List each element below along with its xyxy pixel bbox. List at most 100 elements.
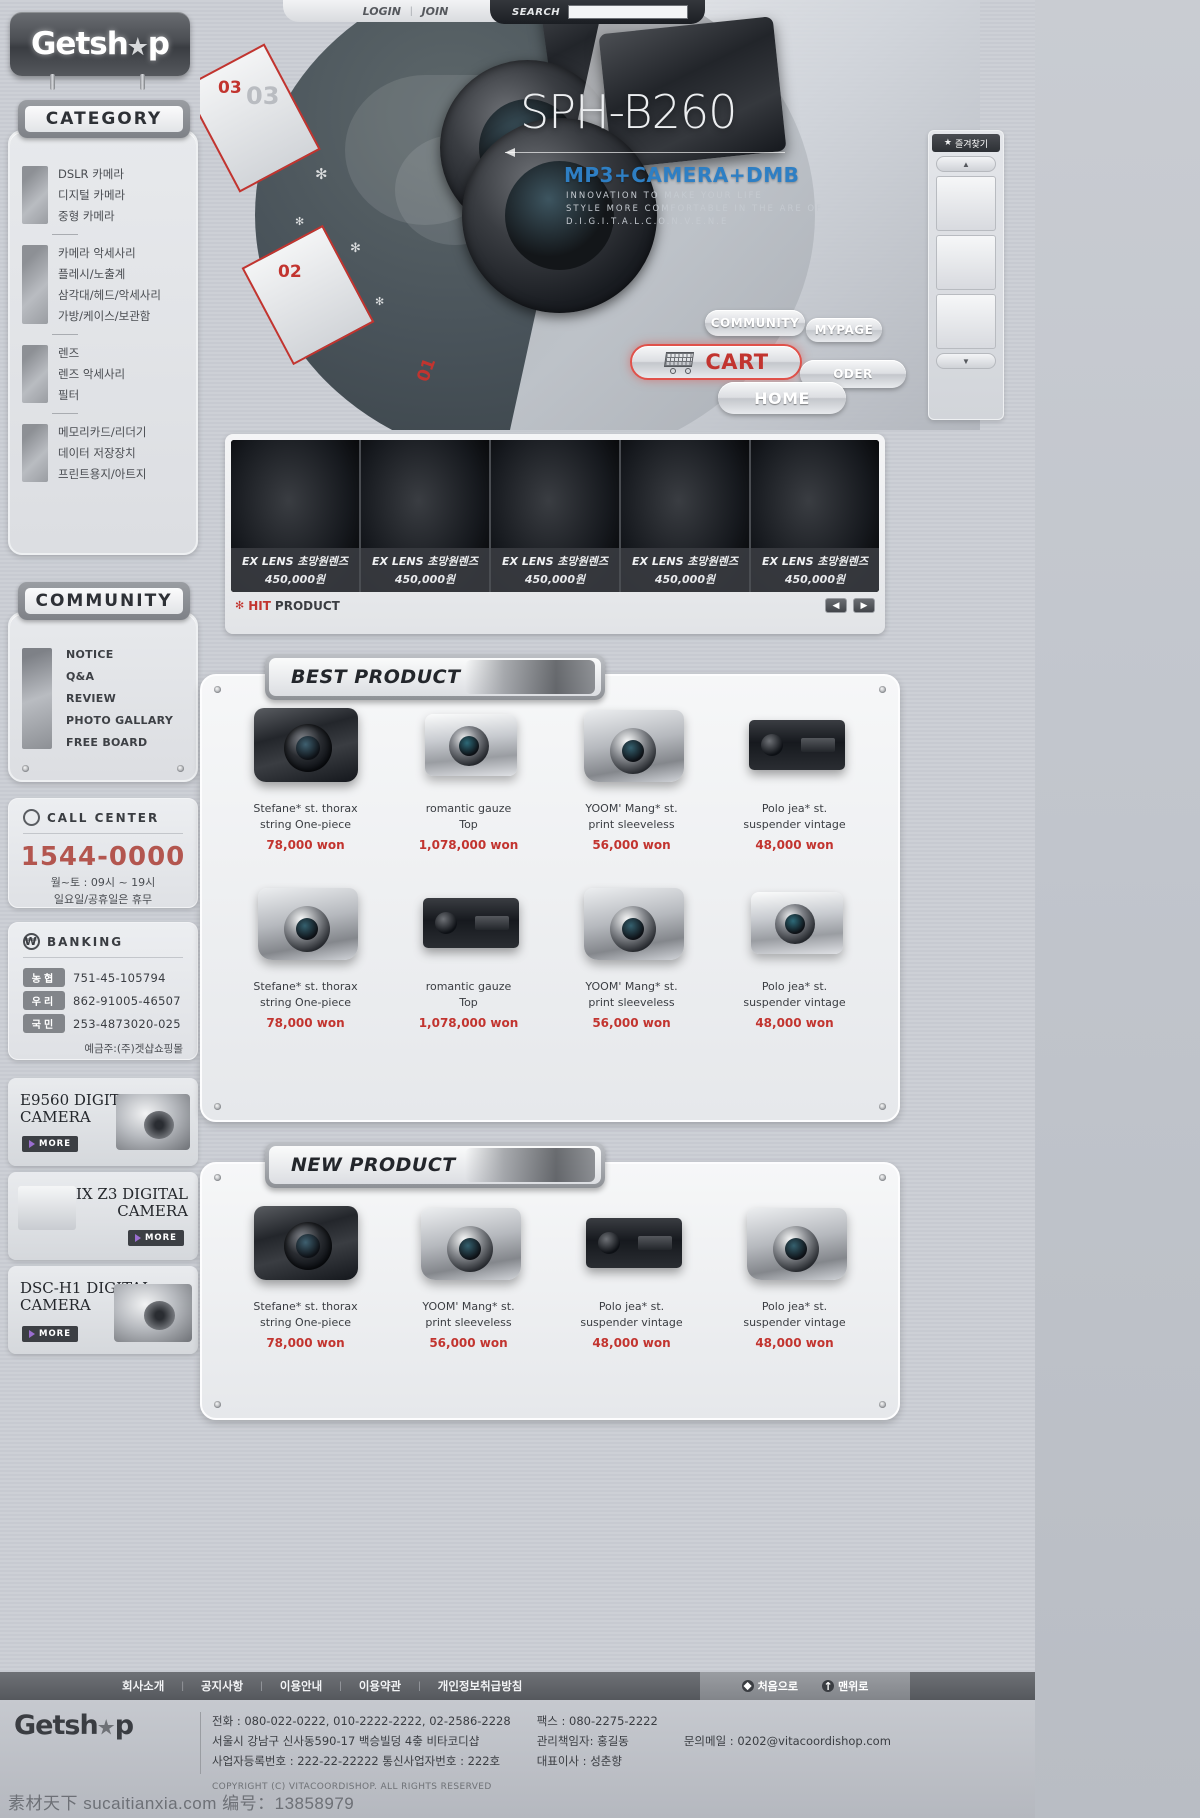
camera-image [116, 1094, 190, 1150]
hours-line-2: 일요일/공휴일은 휴무 [53, 892, 153, 906]
bank-account-number: 862-91005-46507 [73, 993, 181, 1008]
more-button[interactable]: MORE [22, 1136, 79, 1152]
cart-button[interactable]: CART [630, 344, 802, 380]
home-button[interactable]: HOME [718, 382, 846, 414]
divider [52, 334, 78, 335]
product-card[interactable]: Polo jea* st. suspender vintage 48,000 w… [713, 702, 876, 852]
product-name-line-1: Stefane* st. thorax [253, 802, 358, 815]
headset-icon [23, 809, 40, 826]
favorites-rail: ★ 즐겨찾기 ▲ ▼ [928, 130, 1004, 420]
product-name-line-2: Top [459, 995, 478, 1009]
call-center-phone: 1544-0000 [20, 842, 186, 872]
product-image [409, 1200, 529, 1286]
hit-product-cell[interactable]: EX LENS 초망원렌즈 450,000원 [231, 440, 361, 592]
lens-decor-icon [465, 1148, 595, 1182]
go-home-link[interactable]: ⬥ 처음으로 [741, 1678, 798, 1694]
community-group: NOTICE Q&A REVIEW PHOTO GALLARY FREE BOA… [10, 642, 196, 755]
footer-link-guide[interactable]: 이용안내 [263, 1678, 339, 1694]
community-button-label: COMMUNITY [710, 316, 800, 330]
category-header-label: CATEGORY [25, 106, 183, 132]
hit-prev-button[interactable]: ◀ [825, 598, 847, 613]
product-card[interactable]: Polo jea* st. suspender vintage 48,000 w… [713, 1200, 876, 1350]
order-button-label: ODER [833, 367, 873, 381]
sidebar-item-notice[interactable]: NOTICE [66, 648, 173, 661]
favorites-slot[interactable] [936, 235, 996, 290]
banner-title-line-2: CAMERA [20, 1108, 91, 1127]
hit-product-cell[interactable]: EX LENS 초망원렌즈 450,000원 [751, 440, 879, 592]
go-top-link[interactable]: ↑ 맨위로 [822, 1678, 868, 1694]
product-card[interactable]: Polo jea* st. suspender vintage 48,000 w… [550, 1200, 713, 1350]
favorites-slot[interactable] [936, 176, 996, 231]
more-button[interactable]: MORE [127, 1230, 184, 1246]
cart-button-label: CART [705, 350, 769, 374]
side-banner-pixz3[interactable]: PIX Z3 DIGITAL CAMERA MORE [8, 1172, 198, 1260]
sidebar-item-tripod[interactable]: 삼각대/헤드/악세사리 [58, 287, 161, 303]
search-input[interactable] [568, 5, 689, 19]
sidebar-item-lens[interactable]: 렌즈 [58, 345, 125, 361]
product-card[interactable]: YOOM' Mang* st. print sleeveless 56,000 … [550, 702, 713, 852]
hit-next-button[interactable]: ▶ [853, 598, 875, 613]
screw-decor [22, 765, 29, 772]
hit-product-cell[interactable]: EX LENS 초망원렌즈 450,000원 [621, 440, 751, 592]
favorites-slot[interactable] [936, 294, 996, 349]
sidebar-item-review[interactable]: REVIEW [66, 692, 173, 705]
product-name: Stefane* st. thorax string One-piece [253, 1299, 357, 1331]
product-card[interactable]: romantic gauze Top 1,078,000 won [387, 702, 550, 852]
footer-link-about[interactable]: 회사소개 [105, 1678, 181, 1694]
favorites-scroll-up[interactable]: ▲ [936, 156, 996, 172]
hit-product-price: 450,000원 [394, 573, 456, 586]
site-logo[interactable]: Getsh p [10, 12, 190, 76]
sidebar-item-memory[interactable]: 메모리카드/리더기 [58, 424, 147, 440]
footer-contact: 전화 : 080-022-0222, 010-2222-2222, 02-258… [212, 1712, 891, 1771]
product-name: YOOM' Mang* st. print sleeveless [585, 979, 677, 1011]
product-name: YOOM' Mang* st. print sleeveless [585, 801, 677, 833]
product-card[interactable]: Stefane* st. thorax string One-piece 78,… [224, 1200, 387, 1350]
sidebar-item-print[interactable]: 프린트용지/아트지 [58, 466, 147, 482]
login-link[interactable]: LOGIN [363, 5, 401, 18]
best-product-panel: Stefane* st. thorax string One-piece 78,… [200, 674, 900, 1122]
sidebar-item-dslr[interactable]: DSLR 카메라 [58, 166, 125, 182]
footer-link-notice[interactable]: 공지사항 [184, 1678, 260, 1694]
more-button[interactable]: MORE [22, 1326, 79, 1342]
product-image [735, 1200, 855, 1286]
footer-link-privacy[interactable]: 개인정보취급방침 [421, 1678, 540, 1694]
hero-arrow-rule [505, 152, 785, 153]
sidebar-item-cam-accessory[interactable]: 카메라 악세사리 [58, 245, 161, 261]
product-name-line-2: suspender vintage [743, 817, 846, 831]
sidebar-item-qna[interactable]: Q&A [66, 670, 173, 683]
sidebar-item-filter[interactable]: 필터 [58, 387, 125, 403]
hit-product-cell[interactable]: EX LENS 초망원렌즈 450,000원 [361, 440, 491, 592]
sparkle-icon: ✻ [235, 599, 245, 612]
sidebar-item-lens-accessory[interactable]: 렌즈 악세사리 [58, 366, 125, 382]
product-card[interactable]: romantic gauze Top 1,078,000 won [387, 880, 550, 1030]
product-name-line-2: suspender vintage [580, 1315, 683, 1329]
sidebar-item-digital[interactable]: 디지털 카메라 [58, 187, 125, 203]
sidebar-item-medium[interactable]: 중형 카메라 [58, 208, 125, 224]
hit-product-price: 450,000원 [784, 573, 846, 586]
favorites-scroll-down[interactable]: ▼ [936, 353, 996, 369]
screw-decor [214, 1174, 221, 1181]
product-name-line-2: string One-piece [259, 1315, 352, 1329]
product-card[interactable]: Stefane* st. thorax string One-piece 78,… [224, 880, 387, 1030]
side-banner-e9560[interactable]: E9560 DIGITAL CAMERA MORE [8, 1078, 198, 1166]
mypage-button[interactable]: MYPAGE [806, 318, 882, 342]
sidebar-item-flash[interactable]: 플레시/노출계 [58, 266, 161, 282]
sidebar-item-photo-gallery[interactable]: PHOTO GALLARY [66, 714, 173, 727]
product-card[interactable]: YOOM' Mang* st. print sleeveless 56,000 … [550, 880, 713, 1030]
product-card[interactable]: Polo jea* st. suspender vintage 48,000 w… [713, 880, 876, 1030]
product-name: Stefane* st. thorax string One-piece [253, 801, 357, 833]
footer-link-terms[interactable]: 이용약관 [342, 1678, 418, 1694]
product-card[interactable]: YOOM' Mang* st. print sleeveless 56,000 … [387, 1200, 550, 1350]
hit-product-cell[interactable]: EX LENS 초망원렌즈 450,000원 [491, 440, 621, 592]
sidebar-item-free-board[interactable]: FREE BOARD [66, 736, 173, 749]
product-card[interactable]: Stefane* st. thorax string One-piece 78,… [224, 702, 387, 852]
hero-title-main: SPH [520, 85, 610, 139]
sidebar-item-bag[interactable]: 가방/케이스/보관함 [58, 308, 161, 324]
community-button[interactable]: COMMUNITY [705, 310, 805, 336]
hero-desc-line-1: INNOVATION TO MAKE YOUR LIFE [566, 191, 763, 201]
sidebar-item-storage[interactable]: 데이터 저장장치 [58, 445, 147, 461]
side-banner-dsch1[interactable]: DSC-H1 DIGITAL CAMERA MORE [8, 1266, 198, 1354]
join-link[interactable]: JOIN [422, 5, 449, 18]
go-top-label: 맨위로 [838, 1680, 869, 1693]
product-name-line-2: string One-piece [259, 817, 352, 831]
